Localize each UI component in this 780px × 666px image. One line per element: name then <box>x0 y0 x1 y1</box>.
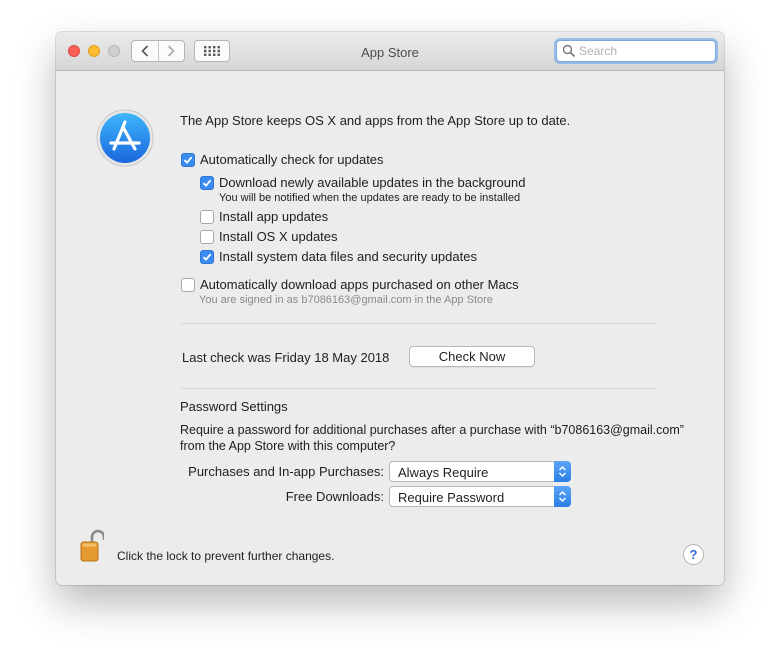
help-button[interactable]: ? <box>683 544 704 565</box>
window-title: App Store <box>361 45 419 60</box>
divider <box>181 323 657 324</box>
install-system-files-label: Install system data files and security u… <box>219 249 477 264</box>
free-downloads-label: Free Downloads: <box>285 489 384 504</box>
free-downloads-select[interactable]: Require Password <box>389 486 571 507</box>
download-background-note: You will be notified when the updates ar… <box>219 192 521 204</box>
auto-check-checkbox[interactable] <box>181 152 195 167</box>
free-downloads-value: Require Password <box>398 490 505 505</box>
zoom-window-button[interactable] <box>108 45 120 57</box>
password-description-line-2: from the App Store with this computer? <box>180 439 396 453</box>
install-system-files-checkbox[interactable] <box>200 249 214 264</box>
grid-icon <box>204 46 220 56</box>
lock-text: Click the lock to prevent further change… <box>117 549 335 563</box>
install-system-files-option[interactable]: Install system data files and security u… <box>200 249 477 264</box>
back-button[interactable] <box>132 41 158 61</box>
forward-button[interactable] <box>157 41 185 61</box>
close-window-button[interactable] <box>68 45 80 57</box>
auto-download-label: Automatically download apps purchased on… <box>200 277 519 292</box>
last-check-text: Last check was Friday 18 May 2018 <box>182 350 390 365</box>
checkmark-icon <box>202 179 212 187</box>
checkmark-icon <box>202 253 212 261</box>
install-app-updates-option[interactable]: Install app updates <box>200 209 328 224</box>
purchases-password-select[interactable]: Always Require <box>389 461 571 482</box>
install-app-updates-label: Install app updates <box>219 209 329 224</box>
install-osx-updates-label: Install OS X updates <box>219 229 338 244</box>
intro-text: The App Store keeps OS X and apps from t… <box>180 113 571 128</box>
app-store-icon <box>96 109 154 167</box>
purchases-password-value: Always Require <box>398 465 489 480</box>
select-arrows-icon <box>554 461 571 482</box>
title-bar: App Store <box>56 32 724 71</box>
download-background-option[interactable]: Download newly available updates in the … <box>200 175 525 190</box>
checkmark-icon <box>183 156 193 164</box>
download-background-checkbox[interactable] <box>200 175 214 190</box>
install-osx-updates-option[interactable]: Install OS X updates <box>200 229 338 244</box>
minimize-window-button[interactable] <box>88 45 100 57</box>
chevron-right-icon <box>168 45 175 57</box>
search-icon <box>562 44 576 58</box>
unlocked-lock-icon[interactable] <box>80 529 104 563</box>
auto-download-checkbox[interactable] <box>181 277 195 292</box>
install-app-updates-checkbox[interactable] <box>200 209 214 224</box>
show-all-button[interactable] <box>194 40 230 62</box>
preferences-content: The App Store keeps OS X and apps from t… <box>56 71 724 585</box>
purchases-label: Purchases and In-app Purchases: <box>188 464 384 479</box>
divider <box>181 388 657 389</box>
download-background-label: Download newly available updates in the … <box>219 175 526 190</box>
select-arrows-icon <box>554 486 571 507</box>
search-field[interactable] <box>556 40 716 62</box>
preferences-window: App Store The App S <box>56 32 724 585</box>
install-osx-updates-checkbox[interactable] <box>200 229 214 244</box>
navigation-buttons <box>131 40 185 62</box>
search-input[interactable] <box>576 44 709 58</box>
password-settings-heading: Password Settings <box>180 399 288 414</box>
auto-check-option[interactable]: Automatically check for updates <box>181 152 384 167</box>
signed-in-note: You are signed in as b7086163@gmail.com … <box>199 294 493 306</box>
check-now-button[interactable]: Check Now <box>409 346 535 367</box>
chevron-left-icon <box>141 45 148 57</box>
password-description-line-1: Require a password for additional purcha… <box>180 423 684 437</box>
auto-download-option[interactable]: Automatically download apps purchased on… <box>181 277 519 292</box>
auto-check-label: Automatically check for updates <box>200 152 384 167</box>
